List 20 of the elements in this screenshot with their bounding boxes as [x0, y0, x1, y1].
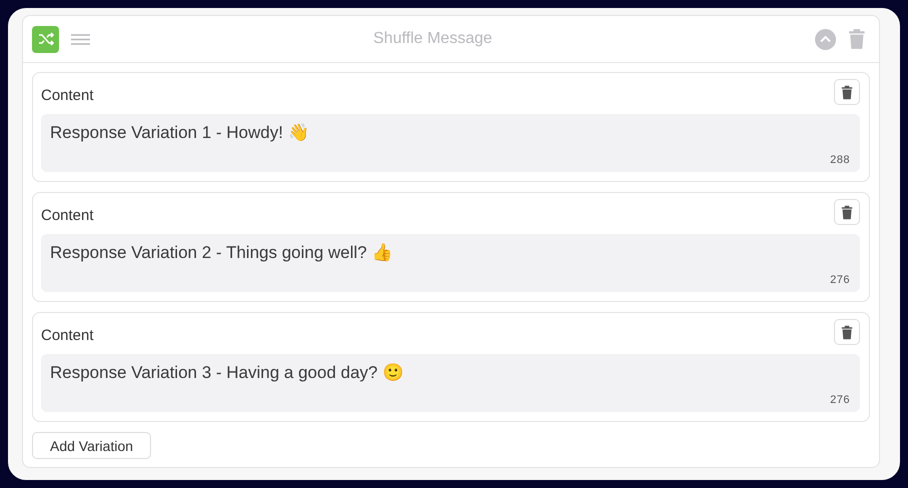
character-count: 276: [830, 274, 850, 286]
content-label: Content: [41, 87, 94, 104]
delete-button[interactable]: [834, 79, 860, 105]
drag-handle-icon[interactable]: [71, 34, 90, 44]
trash-icon: [841, 324, 853, 340]
delete-button[interactable]: [834, 199, 860, 225]
block-title: Shuffle Message: [372, 30, 494, 48]
character-count: 276: [830, 394, 850, 406]
shuffle-icon: [38, 32, 54, 46]
delete-button[interactable]: [834, 319, 860, 345]
content-field[interactable]: Response Variation 1 - Howdy! 👋 288: [41, 114, 860, 172]
delete-icon: [848, 28, 866, 50]
content-field[interactable]: Response Variation 2 - Things going well? 👍 276: [41, 234, 860, 292]
add-variation-button[interactable]: Add Variation: [32, 432, 152, 459]
content-label: Content: [41, 327, 94, 344]
trash-icon: [841, 204, 853, 220]
character-count: 288: [830, 154, 850, 166]
content-label: Content: [41, 207, 94, 224]
content-field[interactable]: Response Variation 3 - Having a good day? 🙂 276: [41, 354, 860, 412]
trash-icon: [841, 84, 853, 100]
